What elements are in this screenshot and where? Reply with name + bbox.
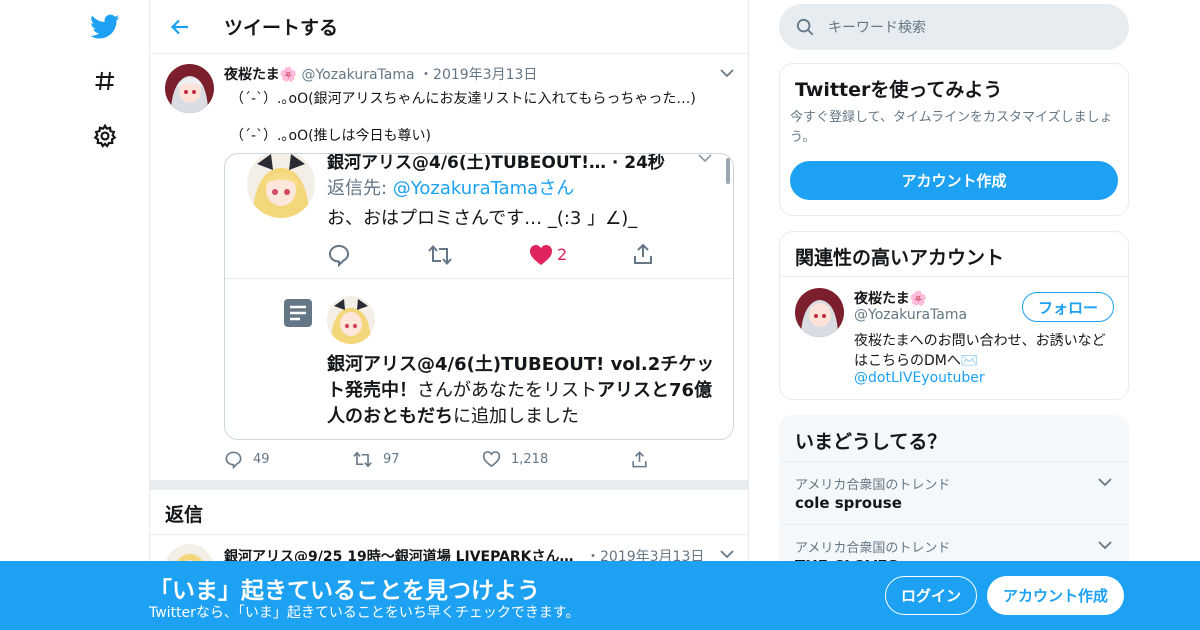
reply-prefix: 返信先:: [327, 178, 393, 199]
trend-meta: アメリカ合衆国のトレンド: [795, 478, 951, 493]
search-box[interactable]: キーワード検索: [779, 4, 1129, 50]
tweet-text-line: （ˊ-ˋ）.｡oO(銀河アリスちゃんにお友達リストに入れてもらっちゃった…): [230, 91, 696, 107]
reply-icon: [225, 451, 242, 469]
heart-icon: [482, 451, 501, 468]
banner-title: 「いま」起きていることを見つけよう: [149, 578, 540, 604]
replies-heading: 返信: [165, 504, 204, 526]
search-icon: [796, 18, 814, 36]
author-handle[interactable]: @YozakuraTama: [301, 67, 414, 83]
scrollbar: [726, 158, 730, 184]
hashtag-icon[interactable]: [88, 64, 122, 98]
trends-title: いまどうしてる？: [795, 431, 947, 453]
list-icon: [284, 299, 312, 327]
heart-filled-icon: [530, 245, 552, 265]
reply-handle: @YozakuraTamaさん: [392, 178, 575, 199]
embed-avatar: [247, 154, 315, 218]
notice-text: に追加しました: [453, 406, 579, 427]
embed-author: 銀河アリス@4/6(土)TUBEOUT!… · 24秒: [327, 153, 665, 173]
notice-text: さんがあなたをリスト: [417, 380, 597, 401]
related-name[interactable]: 夜桜たま🌸: [854, 288, 927, 308]
signup-card-text: 今すぐ登録して、タイムラインをカスタマイズしましょう。: [790, 110, 1113, 145]
chevron-down-icon[interactable]: [720, 549, 734, 559]
avatar[interactable]: [165, 64, 214, 113]
banner-subtitle: Twitterなら、「いま」起きていることをいち早くチェックできます。: [149, 605, 580, 621]
retweet-count: 97: [383, 452, 400, 467]
embed-divider: [225, 278, 733, 279]
create-account-button[interactable]: アカウント作成: [790, 161, 1118, 200]
back-button[interactable]: [150, 0, 210, 54]
reply-count: 49: [253, 452, 270, 467]
signup-card-title: Twitterを使ってみよう: [795, 79, 1003, 101]
retweet-icon: [353, 451, 372, 468]
reply-icon: [328, 244, 350, 267]
main-tweet: 夜桜たま🌸 @YozakuraTama ・2019年3月13日 （ˊ-ˋ）.｡o…: [150, 54, 748, 480]
trend-meta: アメリカ合衆国のトレンド: [795, 541, 951, 556]
embed-reply-to: 返信先: @YozakuraTamaさん: [327, 174, 574, 200]
page-title: ツイートする: [224, 17, 339, 39]
author-name[interactable]: 夜桜たま🌸: [224, 67, 297, 83]
left-nav: [0, 0, 150, 630]
signup-banner: 「いま」起きていることを見つけよう Twitterなら、「いま」起きていることを…: [0, 561, 1200, 630]
signup-card: Twitterを使ってみよう 今すぐ登録して、タイムラインをカスタマイズしましょ…: [779, 63, 1129, 216]
related-bio: 夜桜たまへのお問い合わせ、お誘いなどはこちらのDMへ✉️: [854, 333, 1106, 369]
embed-like-count: 2: [557, 245, 568, 264]
related-accounts-card: 関連性の高いアカウント 夜桜たま🌸 @YozakuraTama フォロー 夜桜た…: [779, 231, 1129, 400]
share-icon: [632, 451, 647, 468]
header: ツイートする: [150, 0, 748, 54]
login-button[interactable]: ログイン: [885, 576, 977, 615]
tweet-header: 夜桜たま🌸 @YozakuraTama ・2019年3月13日: [224, 64, 537, 84]
reply-button[interactable]: 49: [224, 450, 270, 469]
list-notice: 銀河アリス@4/6(土)TUBEOUT! vol.2チケット発売中！さんがあなた…: [327, 352, 719, 430]
share-icon: [634, 243, 652, 264]
right-sidebar: キーワード検索 Twitterを使ってみよう 今すぐ登録して、タイムラインをカス…: [779, 0, 1129, 630]
trend-name: cole sprouse: [795, 494, 902, 512]
tweet-text-line: （ˊ-ˋ）.｡oO(推しは今日も尊い): [230, 128, 432, 144]
related-title: 関連性の高いアカウント: [795, 247, 1005, 269]
signup-button[interactable]: アカウント作成: [987, 576, 1124, 615]
embed-text: お、おはプロミさんです… _(:3 」∠)_: [327, 208, 638, 229]
divider: [780, 276, 1128, 277]
retweet-icon: [428, 244, 452, 266]
divider: [150, 534, 748, 535]
notice-avatar: [327, 296, 375, 344]
chevron-down-icon[interactable]: [1098, 477, 1112, 487]
section-divider: [150, 480, 748, 490]
related-handle[interactable]: @YozakuraTama: [854, 307, 967, 323]
like-count: 1,218: [511, 451, 549, 467]
search-input[interactable]: キーワード検索: [828, 17, 926, 37]
twitter-logo-icon[interactable]: [88, 10, 122, 44]
back-arrow-icon: [170, 19, 188, 34]
like-button[interactable]: 1,218: [482, 450, 548, 468]
related-link[interactable]: @dotLIVEyoutuber: [854, 370, 985, 386]
tweet-image[interactable]: 銀河アリス@4/6(土)TUBEOUT!… · 24秒 返信先: @Yozaku…: [224, 153, 734, 440]
follow-button[interactable]: フォロー: [1022, 292, 1114, 322]
tweet-actions: 49 97 1,218: [224, 450, 664, 470]
main-column: ツイートする 夜桜たま🌸 @YozakuraTama ・2019年3月13日 （…: [149, 0, 749, 630]
related-avatar[interactable]: [795, 288, 844, 337]
trend-item[interactable]: アメリカ合衆国のトレンド cole sprouse: [780, 461, 1128, 524]
tweet-date[interactable]: ・2019年3月13日: [419, 67, 537, 83]
settings-icon[interactable]: [88, 119, 122, 153]
share-button[interactable]: [630, 450, 649, 469]
embed-chevron-icon: [698, 154, 712, 163]
retweet-button[interactable]: 97: [352, 450, 400, 469]
chevron-down-icon[interactable]: [1098, 540, 1112, 550]
chevron-down-icon[interactable]: [720, 68, 734, 78]
